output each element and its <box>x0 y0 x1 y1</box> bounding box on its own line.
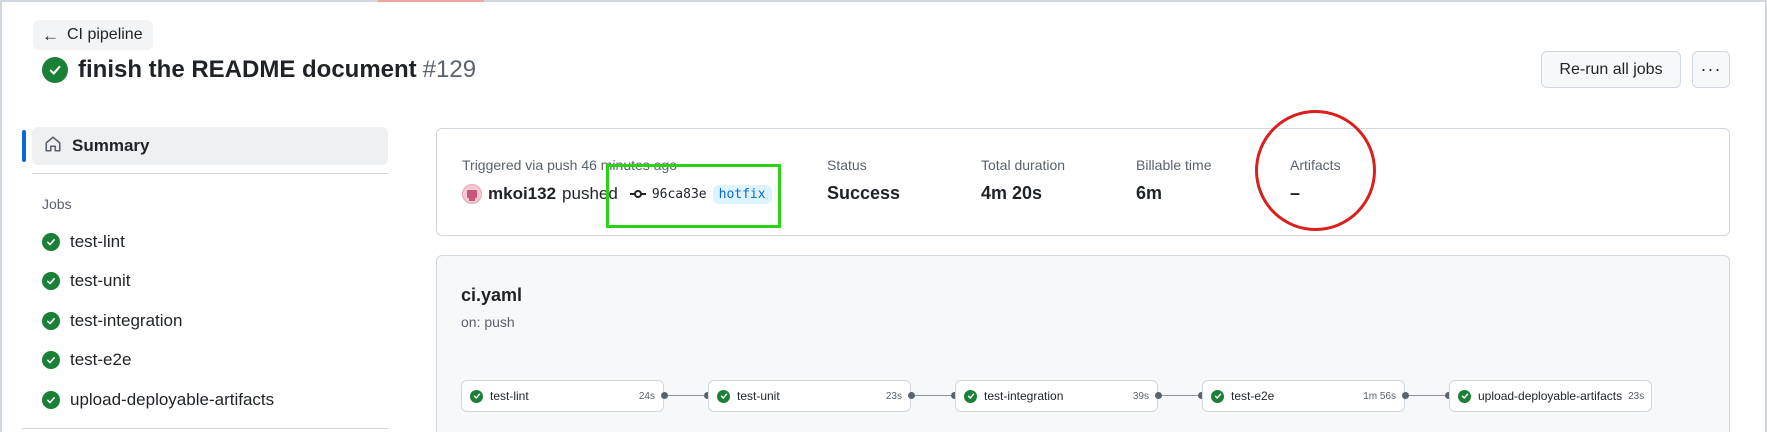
success-check-icon <box>964 389 977 403</box>
highlight-circle-annotation <box>1255 110 1376 231</box>
graph-connector-dot <box>661 392 668 399</box>
graph-connector <box>668 395 704 396</box>
graph-job-test-integration[interactable]: test-integration 39s <box>955 380 1158 412</box>
graph-job-name: test-lint <box>490 389 529 403</box>
success-check-icon <box>1211 389 1224 403</box>
graph-job-duration: 24s <box>638 390 655 402</box>
job-label: test-lint <box>70 231 125 251</box>
active-indicator <box>22 130 26 162</box>
window-top-border <box>0 0 1767 2</box>
workflow-graph-card: ci.yaml on: push test-lint 24s test-unit… <box>436 255 1730 432</box>
run-number: #129 <box>422 56 477 83</box>
sidebar-item-summary[interactable]: Summary <box>22 127 388 165</box>
status-label: Status <box>827 157 867 173</box>
sidebar-divider <box>32 173 388 174</box>
job-label: test-unit <box>70 271 131 291</box>
job-label: upload-deployable-artifacts <box>70 389 275 409</box>
top-accent-line <box>378 0 484 2</box>
graph-job-name: test-e2e <box>1231 389 1275 403</box>
graph-job-upload-deployable-artifacts[interactable]: upload-deployable-artifacts 23s <box>1449 380 1652 412</box>
success-check-icon <box>42 57 68 83</box>
jobs-heading: Jobs <box>42 196 72 212</box>
success-check-icon <box>42 390 60 409</box>
graph-job-duration: 1m 56s <box>1363 390 1396 402</box>
graph-job-test-lint[interactable]: test-lint 24s <box>461 380 664 412</box>
graph-job-name: upload-deployable-artifacts <box>1478 389 1623 403</box>
workflow-file-name[interactable]: ci.yaml <box>461 285 522 306</box>
page-title: finish the README document #129 <box>42 56 476 84</box>
graph-connector <box>1409 395 1445 396</box>
back-link-label: CI pipeline <box>67 26 143 43</box>
status-value: Success <box>827 183 901 203</box>
sidebar-summary-label: Summary <box>72 136 150 155</box>
sidebar-job-test-integration[interactable]: test-integration <box>42 301 388 341</box>
sidebar-job-test-lint[interactable]: test-lint <box>42 222 388 262</box>
kebab-horizontal-icon: ··· <box>1700 59 1722 79</box>
window-left-border <box>0 0 2 432</box>
job-label: test-integration <box>70 310 183 330</box>
success-check-icon <box>717 389 730 403</box>
sidebar-job-test-e2e[interactable]: test-e2e <box>42 341 388 381</box>
success-check-icon <box>42 311 60 330</box>
graph-job-test-unit[interactable]: test-unit 23s <box>708 380 911 412</box>
success-check-icon <box>470 389 483 403</box>
success-check-icon <box>42 351 60 370</box>
arrow-left-icon: ← <box>42 25 59 45</box>
actor-link[interactable]: mkoi132 <box>488 184 556 204</box>
success-check-icon <box>1458 389 1471 403</box>
rerun-all-jobs-button[interactable]: Re-run all jobs <box>1541 51 1681 88</box>
sidebar-bottom-divider <box>22 428 388 429</box>
billable-label: Billable time <box>1136 157 1212 173</box>
home-icon <box>44 135 62 158</box>
graph-connector-dot <box>908 392 915 399</box>
sidebar-job-test-unit[interactable]: test-unit <box>42 262 388 302</box>
more-options-button[interactable]: ··· <box>1692 51 1730 88</box>
workflow-trigger: on: push <box>461 314 515 330</box>
job-label: test-e2e <box>70 350 132 370</box>
graph-connector <box>1162 395 1198 396</box>
avatar[interactable] <box>462 184 482 204</box>
run-title-text: finish the README document <box>78 56 417 83</box>
job-list: test-lint test-unit test-integration tes… <box>22 222 388 420</box>
graph-job-duration: 23s <box>885 390 902 402</box>
graph-connector <box>915 395 951 396</box>
highlight-box-annotation <box>606 164 781 228</box>
graph-job-duration: 39s <box>1132 390 1149 402</box>
graph-job-test-e2e[interactable]: test-e2e 1m 56s <box>1202 380 1405 412</box>
success-check-icon <box>42 232 60 251</box>
duration-label: Total duration <box>981 157 1066 173</box>
run-title: finish the README document #129 <box>78 56 476 84</box>
graph-job-name: test-integration <box>984 389 1064 403</box>
sidebar-job-upload-deployable-artifacts[interactable]: upload-deployable-artifacts <box>42 380 388 420</box>
graph-connector-dot <box>1155 392 1162 399</box>
duration-value: 4m 20s <box>981 183 1043 203</box>
graph-job-name: test-unit <box>737 389 780 403</box>
graph-connector-dot <box>1402 392 1409 399</box>
back-to-workflow-link[interactable]: ← CI pipeline <box>33 20 153 50</box>
billable-value[interactable]: 6m <box>1136 183 1162 204</box>
success-check-icon <box>42 272 60 291</box>
run-sidebar: Summary Jobs test-lint test-unit test-in… <box>22 127 388 420</box>
graph-job-duration: 23s <box>1628 390 1645 402</box>
